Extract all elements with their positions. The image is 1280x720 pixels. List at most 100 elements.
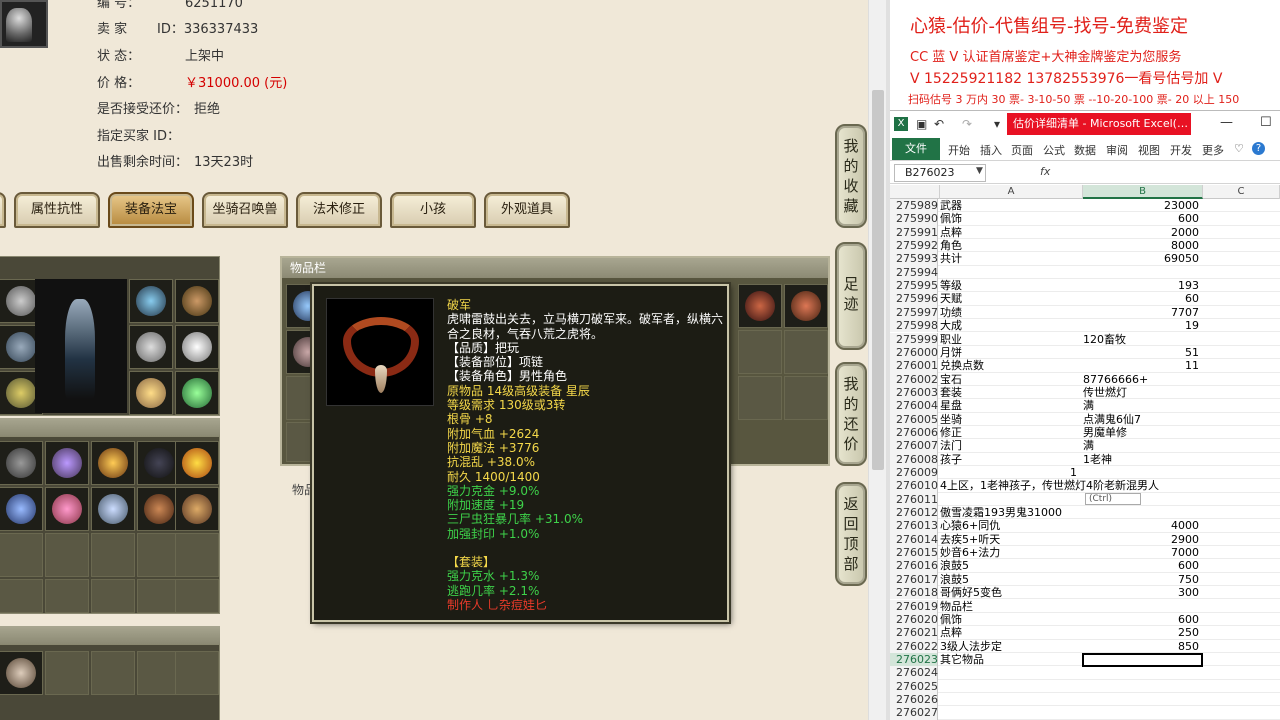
cell-b[interactable]: 23000 [1083,199,1203,212]
sheet-row[interactable]: 276023 其它物品 [890,652,1280,667]
equip-slot[interactable] [175,279,219,323]
paste-options-icon[interactable]: (Ctrl) [1085,492,1141,505]
sheet-row[interactable]: 276014 去疾5+听天 2900 [890,532,1280,547]
row-number[interactable]: 276006 [890,425,938,440]
sheet-row[interactable]: 276003 套装 传世燃灯 [890,385,1280,400]
row-number[interactable]: 276017 [890,572,938,587]
row-number[interactable]: 276009 [890,466,938,480]
sheet-row[interactable]: 275989 武器 23000 [890,199,1280,213]
page-scrollbar[interactable] [868,0,886,720]
row-number[interactable]: 276015 [890,546,938,560]
cell-a[interactable]: 3级人法步定 [940,640,1083,653]
cell-a[interactable]: 星盘 [940,399,1083,412]
cell-b[interactable]: 600 [1083,613,1203,626]
pet-slot[interactable] [45,651,89,695]
tab-insert[interactable]: 插入 [980,142,1002,158]
cell-a[interactable]: 1 [940,466,1083,479]
equip-slot[interactable] [129,279,173,323]
cell-b[interactable]: 60 [1083,292,1203,305]
sheet-row[interactable]: 276021 点粹 250 [890,626,1280,640]
sheet-row[interactable]: 276012 傲雪凌霜193男鬼31000 [890,506,1280,520]
cell-a[interactable]: 点粹 [940,626,1083,639]
row-number[interactable]: 275991 [890,225,938,240]
sheet-row[interactable]: 275991 点粹 2000 [890,225,1280,240]
row-number[interactable]: 275995 [890,279,938,293]
cell-b[interactable]: 193 [1083,279,1203,292]
item-slot[interactable] [0,579,43,613]
item-slot[interactable] [45,579,89,613]
sheet-row[interactable]: 276004 星盘满 [890,399,1280,413]
name-box[interactable]: B276023 [894,164,986,182]
sheet-row[interactable]: 275997 功绩 7707 [890,305,1280,320]
cell-a[interactable]: 坐骑 [940,413,1083,426]
row-number[interactable]: 275993 [890,252,938,266]
bag-slot[interactable] [784,376,828,420]
tab-appearance[interactable]: 外观道具 [484,192,570,228]
minimize-icon[interactable]: — [1220,115,1233,130]
bag-slot[interactable] [738,376,782,420]
row-number[interactable]: 276004 [890,399,938,413]
cell-a[interactable]: 点粹 [940,226,1083,239]
row-number[interactable]: 276000 [890,345,938,360]
tab-mounts-pets[interactable]: 坐骑召唤兽 [202,192,288,228]
cell-b[interactable]: 7707 [1083,306,1203,319]
cell-b[interactable]: 4000 [1083,519,1203,532]
row-number[interactable]: 276024 [890,666,938,680]
cell-a[interactable]: 角色 [940,239,1083,252]
tab-formula[interactable]: 公式 [1043,142,1065,158]
row-number[interactable]: 276026 [890,692,938,707]
item-slot[interactable] [175,441,219,485]
item-slot[interactable] [91,533,135,577]
cell-b[interactable]: 750 [1083,573,1203,586]
row-number[interactable]: 276019 [890,599,938,613]
row-number[interactable]: 276018 [890,586,938,600]
cell-a[interactable]: 浪鼓5 [940,573,1083,586]
sheet-row[interactable]: 276008 孩子 1老神 [890,452,1280,466]
item-slot[interactable] [45,533,89,577]
sheet-row[interactable]: 276026 [890,692,1280,707]
sheet-row[interactable]: 276009 1 [890,466,1280,480]
row-number[interactable]: 276003 [890,385,938,400]
cell-a[interactable]: 功绩 [940,306,1083,319]
cell-b[interactable]: 300 [1083,586,1203,599]
row-number[interactable]: 275992 [890,239,938,253]
sheet-row[interactable]: 276017 浪鼓5 750 [890,572,1280,587]
row-number[interactable]: 276001 [890,359,938,373]
cell-a[interactable]: 天赋 [940,292,1083,305]
sheet-row[interactable]: 276016 浪鼓5 600 [890,559,1280,573]
column-header-a[interactable]: A [940,185,1083,199]
item-slot[interactable] [0,487,43,531]
cell-a[interactable]: 心猿6+同仇 [940,519,1083,532]
bag-slot[interactable] [784,330,828,374]
tab-data[interactable]: 数据 [1074,142,1096,158]
item-slot[interactable] [0,533,43,577]
cell-a[interactable]: 傲雪凌霜193男鬼31000 [940,506,1083,519]
sheet-row[interactable]: 276002 宝石 87766666+ [890,372,1280,386]
cell-a[interactable]: 武器 [940,199,1083,212]
row-number[interactable]: 275998 [890,319,938,333]
maximize-icon[interactable]: ☐ [1260,115,1272,130]
row-number[interactable]: 275990 [890,212,938,226]
cell-a[interactable]: 修正 [940,426,1083,439]
cell-a[interactable]: 孩子 [940,453,1083,466]
tab-file[interactable]: 文件 [892,138,940,160]
tab-home[interactable]: 开始 [948,142,970,158]
row-number[interactable]: 276022 [890,639,938,653]
cell-b[interactable]: 11 [1083,359,1203,372]
cell-b[interactable]: 51 [1083,346,1203,359]
tab-child[interactable]: 小孩 [390,192,476,228]
sheet-row[interactable]: 275992 角色 8000 [890,239,1280,253]
cell-a[interactable]: 去疾5+听天 [940,533,1083,546]
row-number[interactable]: 276007 [890,439,938,453]
cell-b[interactable]: 600 [1083,212,1203,225]
sheet-row[interactable]: 276027 [890,706,1280,720]
cell-a[interactable]: 佩饰 [940,613,1083,626]
cell-b[interactable]: 满 [1083,399,1203,412]
item-slot[interactable] [45,487,89,531]
cell-b[interactable]: 19 [1083,319,1203,332]
sheet-row[interactable]: 276006 修正 男魔单修 [890,425,1280,440]
cell-b[interactable]: 600 [1083,559,1203,572]
item-slot[interactable] [175,533,219,577]
cell-a[interactable]: 4上区，1老神孩子，传世燃灯4阶老新混男人 [940,479,1159,492]
cell-b[interactable]: 点满鬼6仙7 [1083,413,1203,426]
